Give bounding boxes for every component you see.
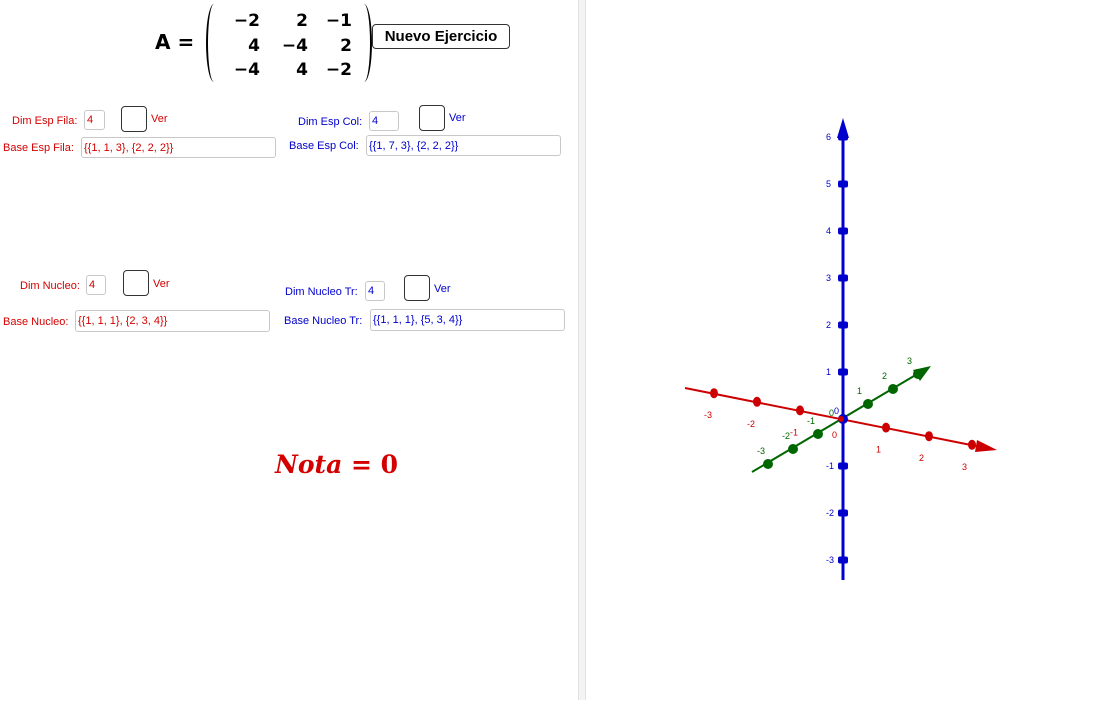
col-space-ver-label: Ver — [449, 112, 466, 124]
z-tick-mark — [838, 368, 848, 376]
nota-label: Nota — [275, 450, 343, 479]
row-space-ver-checkbox[interactable] — [121, 106, 147, 132]
matrix-cell: 2 — [296, 11, 308, 31]
new-exercise-button[interactable]: Nuevo Ejercicio — [372, 24, 510, 49]
z-tick-label: 6 — [826, 132, 831, 142]
kernel-tr-base-label: Base Nucleo Tr: — [284, 315, 363, 327]
matrix-cell: −2 — [325, 60, 352, 80]
x-tick-label: -3 — [704, 410, 712, 420]
z-tick-mark — [838, 274, 848, 282]
z-tick-label: -3 — [826, 555, 834, 565]
x-tick-mark — [925, 431, 933, 442]
panel-splitter[interactable] — [578, 0, 586, 700]
matrix-cell: −2 — [233, 11, 260, 31]
matrix-cell: −4 — [281, 36, 308, 56]
nota-value: 0 — [380, 450, 399, 479]
row-space-base-input[interactable] — [81, 137, 276, 158]
row-space-base-label: Base Esp Fila: — [3, 142, 74, 154]
z-tick-label: 2 — [826, 320, 831, 330]
kernel-base-label: Base Nucleo: — [3, 316, 69, 328]
algebra-panel: A = −2 2 −1 4 −4 2 −4 4 −2 Nuevo Ejercic… — [0, 0, 578, 700]
x-tick-label: -2 — [747, 419, 755, 429]
kernel-tr-ver-checkbox[interactable] — [404, 275, 430, 301]
kernel-base-input[interactable] — [75, 310, 270, 332]
z-tick-mark — [838, 462, 848, 470]
kernel-ver-label: Ver — [153, 278, 170, 290]
col-space-base-input[interactable] — [366, 135, 561, 156]
z-tick-label: -1 — [826, 461, 834, 471]
origin-label: 0 — [832, 430, 837, 440]
matrix-cell: −4 — [233, 60, 260, 80]
y-tick-label: -2 — [782, 431, 790, 441]
z-tick-mark — [838, 321, 848, 329]
graphics-3d-view[interactable]: 6 5 4 3 2 1 -1 -2 -3 -3 -2 -1 1 2 3 -3 -2 -1 1 2 3 0 0 0 — [586, 0, 1100, 700]
x-tick-mark — [753, 396, 761, 407]
x-tick-mark — [882, 422, 890, 433]
matrix-cell: 4 — [296, 60, 308, 80]
y-tick-mark — [763, 459, 773, 469]
y-tick-mark — [863, 399, 873, 409]
x-tick-mark — [710, 388, 718, 399]
matrix-cell: −1 — [325, 11, 352, 31]
y-tick-label: 3 — [907, 356, 912, 366]
kernel-tr-base-input[interactable] — [370, 309, 565, 331]
x-tick-mark — [796, 405, 804, 416]
nota-equals: = — [342, 450, 381, 479]
matrix-cell: 2 — [340, 36, 352, 56]
row-space-dim-input[interactable] — [84, 110, 105, 130]
y-tick-label: -3 — [757, 446, 765, 456]
kernel-ver-checkbox[interactable] — [123, 270, 149, 296]
y-tick-mark — [813, 429, 823, 439]
z-tick-mark — [838, 509, 848, 517]
col-space-dim-label: Dim Esp Col: — [298, 116, 363, 128]
x-tick-label: -1 — [790, 427, 798, 437]
z-tick-label: 3 — [826, 273, 831, 283]
axes-3d: 654321-1-2-3 -3-2-1123 -3-2-1123 0 0 0 — [684, 118, 997, 580]
y-tick-label: 1 — [857, 386, 862, 396]
y-tick-mark — [788, 444, 798, 454]
origin-point-x — [838, 416, 844, 422]
z-tick-mark — [838, 556, 848, 564]
col-space-dim-input[interactable] — [369, 111, 399, 131]
right-paren — [356, 4, 372, 82]
z-tick-label: 4 — [826, 226, 831, 236]
z-tick-mark — [838, 227, 848, 235]
z-tick-label: 5 — [826, 179, 831, 189]
row-space-dim-label: Dim Esp Fila: — [12, 115, 78, 127]
z-axis: 6 5 4 3 2 1 -1 -2 -3 — [826, 118, 849, 580]
x-tick-mark — [968, 439, 976, 450]
kernel-dim-input[interactable] — [86, 275, 106, 295]
matrix-cell: 4 — [248, 36, 260, 56]
z-tick-label: -2 — [826, 508, 834, 518]
y-tick-label: 2 — [882, 371, 887, 381]
x-axis-arrow — [975, 440, 997, 452]
row-space-ver-label: Ver — [151, 113, 168, 125]
matrix-a: −2 2 −1 4 −4 2 −4 4 −2 — [206, 4, 372, 82]
y-tick-mark — [913, 369, 923, 379]
origin-label: 0 — [834, 406, 839, 416]
z-tick-mark — [838, 133, 848, 141]
kernel-tr-dim-label: Dim Nucleo Tr: — [285, 286, 358, 298]
col-space-ver-checkbox[interactable] — [419, 105, 445, 131]
z-tick-label: 1 — [826, 367, 831, 377]
kernel-tr-ver-label: Ver — [434, 283, 451, 295]
z-tick-mark — [838, 180, 848, 188]
x-tick-label: 2 — [919, 453, 924, 463]
col-space-base-label: Base Esp Col: — [289, 140, 359, 152]
x-tick-label: 3 — [962, 462, 967, 472]
kernel-tr-dim-input[interactable] — [365, 281, 385, 301]
y-tick-mark — [888, 384, 898, 394]
matrix-label: A = — [155, 30, 195, 54]
x-tick-label: 1 — [876, 445, 881, 455]
nota-display: Nota = 0 — [275, 450, 398, 479]
y-tick-label: -1 — [807, 416, 815, 426]
kernel-dim-label: Dim Nucleo: — [20, 280, 80, 292]
x-axis: -3-2-1123 — [684, 387, 997, 472]
